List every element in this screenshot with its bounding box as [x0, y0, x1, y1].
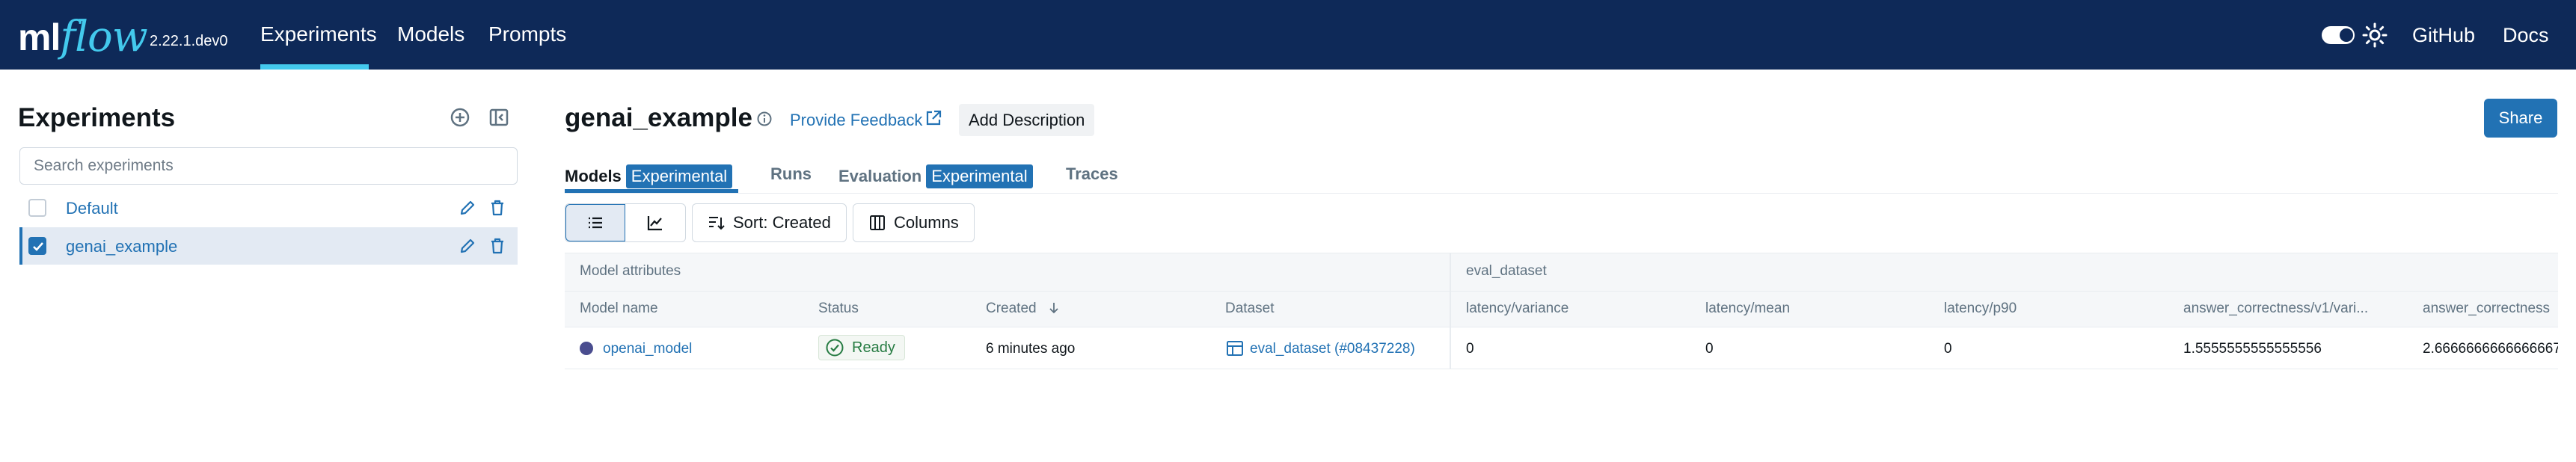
columns-label: Columns: [894, 213, 959, 232]
theme-toggle[interactable]: [2322, 26, 2355, 44]
experiment-row-default[interactable]: Default: [19, 189, 518, 227]
line-chart-icon: [647, 216, 662, 231]
column-header-dataset[interactable]: Dataset: [1225, 301, 1274, 317]
tab-traces[interactable]: Traces: [1066, 164, 1118, 184]
share-button[interactable]: Share: [2484, 99, 2557, 138]
column-header-answer-correctness-variance[interactable]: answer_correctness/v1/vari...: [2183, 301, 2368, 317]
experiment-checkbox[interactable]: [28, 237, 46, 255]
nav-active-indicator: [260, 64, 369, 70]
sort-label: Sort: Created: [733, 213, 831, 232]
latency-mean-value: 0: [1705, 341, 1714, 357]
status-label: Ready: [852, 339, 895, 356]
nav-item-experiments[interactable]: Experiments: [260, 22, 377, 46]
status-badge: Ready: [818, 335, 905, 360]
delete-icon[interactable]: [488, 236, 507, 256]
model-name-link[interactable]: openai_model: [603, 341, 692, 357]
check-icon: [33, 242, 43, 251]
tab-runs[interactable]: Runs: [770, 164, 812, 184]
collapse-sidebar-icon[interactable]: [488, 106, 510, 129]
latency-p90-value: 0: [1944, 341, 1952, 357]
sun-icon: [2362, 22, 2388, 48]
tab-label: Models: [565, 167, 622, 185]
group-header-eval-dataset: eval_dataset: [1466, 263, 1547, 279]
logo-ml-text: ml: [18, 16, 61, 58]
sort-button[interactable]: Sort: Created: [692, 203, 847, 242]
delete-icon[interactable]: [488, 198, 507, 218]
page-title: genai_example: [565, 103, 752, 132]
column-header-created[interactable]: Created: [986, 301, 1060, 317]
column-header-label: Created: [986, 301, 1037, 316]
latency-variance-value: 0: [1466, 341, 1474, 357]
top-nav-bar: ml flow 2.22.1.dev0 Experiments Models Pr…: [0, 0, 2576, 70]
experiment-label[interactable]: genai_example: [66, 237, 177, 256]
list-view-button[interactable]: [565, 204, 626, 241]
search-experiments-input[interactable]: [19, 147, 518, 185]
nav-item-prompts[interactable]: Prompts: [488, 22, 566, 46]
check-circle-icon: [826, 339, 844, 357]
tab-label: Traces: [1066, 164, 1118, 183]
experimental-badge: Experimental: [625, 164, 733, 188]
tab-label: Runs: [770, 164, 812, 183]
sort-icon: [709, 217, 725, 230]
column-header-status[interactable]: Status: [818, 301, 859, 317]
tab-label: Evaluation: [838, 167, 922, 185]
column-header-latency-variance[interactable]: latency/variance: [1466, 301, 1568, 317]
github-link[interactable]: GitHub: [2412, 24, 2475, 47]
tab-evaluation[interactable]: Evaluation Experimental: [838, 164, 1033, 188]
tabs-divider: [565, 193, 2558, 194]
docs-link[interactable]: Docs: [2503, 24, 2549, 47]
mlflow-logo[interactable]: ml flow: [18, 6, 148, 61]
dataset-link[interactable]: eval_dataset (#08437228): [1250, 341, 1415, 357]
column-header-latency-mean[interactable]: latency/mean: [1705, 301, 1790, 317]
table-group-header-row: [565, 253, 2558, 292]
model-color-dot: [580, 342, 593, 355]
add-experiment-icon[interactable]: [449, 106, 471, 129]
group-header-model-attributes: Model attributes: [580, 263, 681, 279]
view-mode-toggle: [565, 203, 686, 242]
sort-descending-icon: [1049, 303, 1058, 314]
answer-correctness-value: 2.6666666666666667: [2423, 341, 2558, 357]
answer-correctness-variance-value: 1.5555555555555556: [2183, 341, 2322, 357]
column-group-divider: [1450, 253, 1451, 369]
logo-flow-text: flow: [60, 13, 147, 61]
sidebar-title: Experiments: [18, 103, 176, 132]
columns-icon: [870, 215, 885, 230]
experiment-checkbox[interactable]: [28, 199, 46, 217]
edit-icon[interactable]: [458, 198, 477, 218]
tab-models[interactable]: Models Experimental: [565, 164, 733, 188]
experimental-badge: Experimental: [926, 164, 1033, 188]
column-header-answer-correctness[interactable]: answer_correctness: [2423, 301, 2558, 317]
version-label: 2.22.1.dev0: [150, 33, 228, 49]
column-header-model-name[interactable]: Model name: [580, 301, 658, 317]
column-header-latency-p90[interactable]: latency/p90: [1944, 301, 2017, 317]
created-value: 6 minutes ago: [986, 341, 1076, 357]
edit-icon[interactable]: [458, 236, 477, 256]
active-tab-indicator: [565, 189, 738, 193]
chart-view-button[interactable]: [625, 204, 685, 241]
add-description-button[interactable]: Add Description: [959, 104, 1095, 136]
provide-feedback-link[interactable]: Provide Feedback: [790, 111, 922, 130]
info-icon[interactable]: [755, 110, 773, 128]
experiment-row-genai-example[interactable]: genai_example: [19, 227, 518, 265]
table-icon: [1227, 341, 1243, 356]
experiment-label[interactable]: Default: [66, 199, 118, 218]
list-icon: [589, 217, 602, 229]
external-link-icon[interactable]: [924, 109, 942, 127]
nav-item-models[interactable]: Models: [397, 22, 464, 46]
columns-button[interactable]: Columns: [853, 203, 975, 242]
